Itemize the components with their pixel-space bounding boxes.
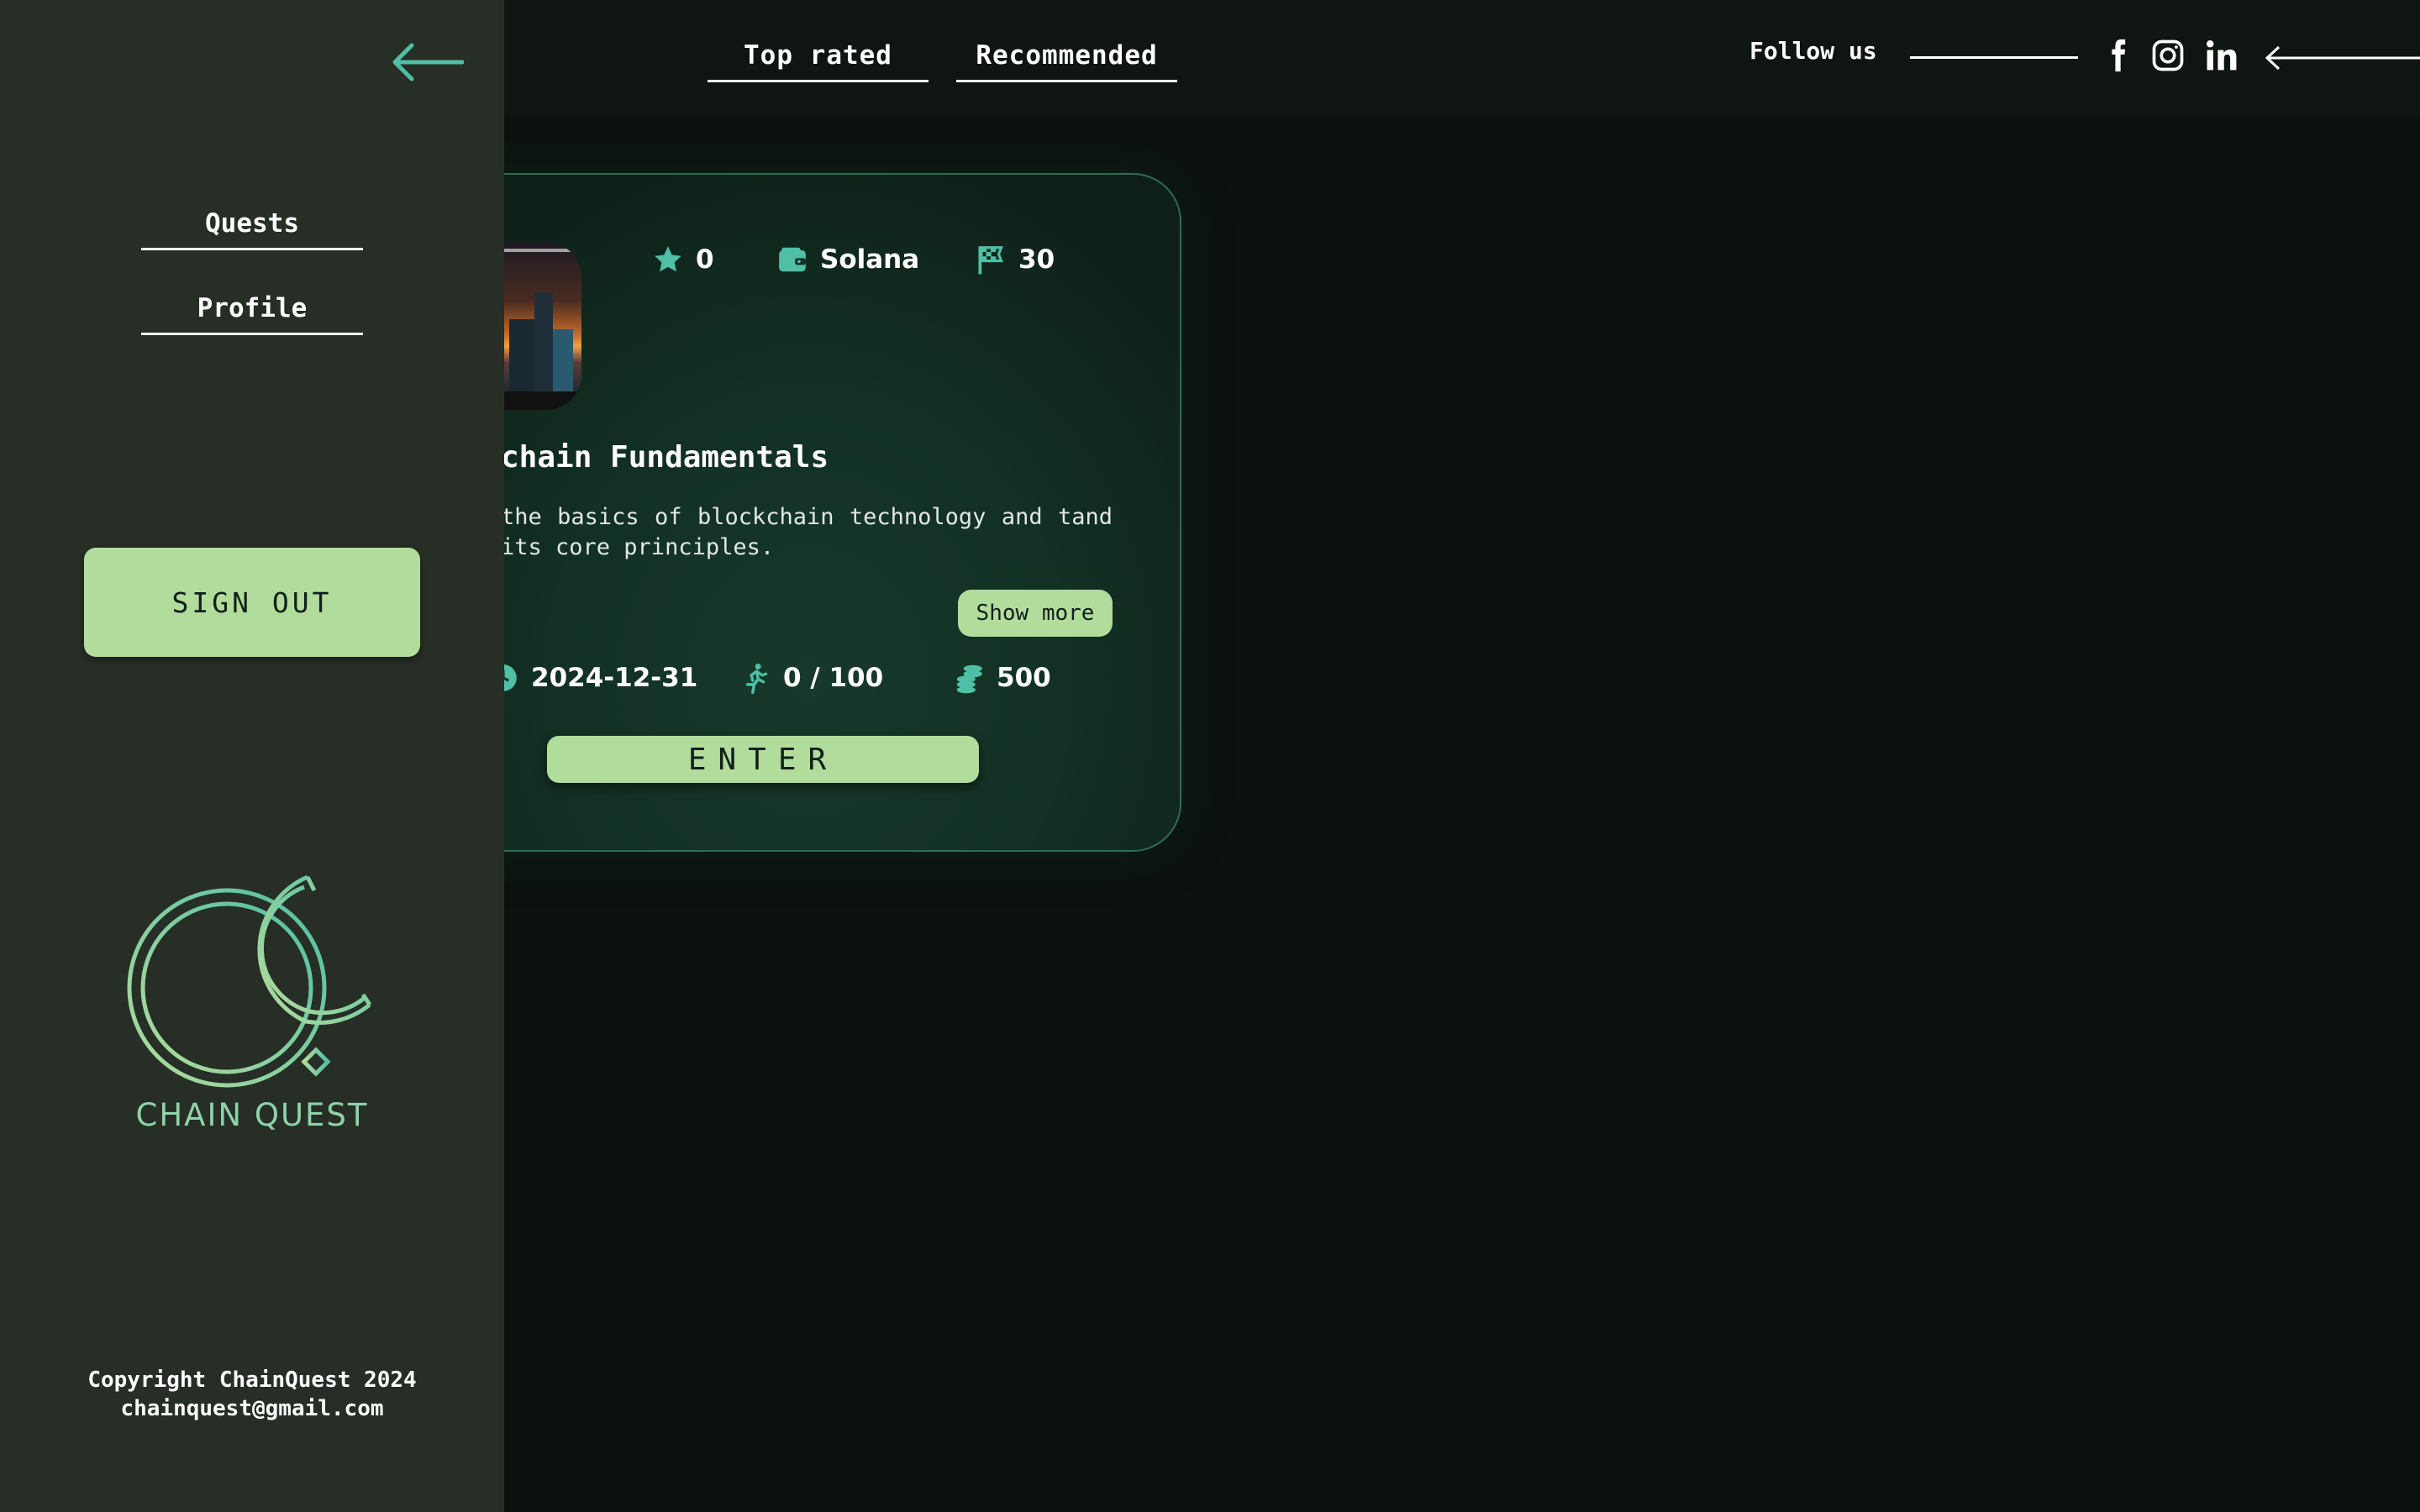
chain-quest-logo <box>124 870 385 1089</box>
quest-chain: Solana <box>776 244 919 276</box>
quest-rating: 0 <box>652 244 714 276</box>
copyright-text: Copyright ChainQuest 2024 <box>87 1368 417 1393</box>
quest-reward: 500 <box>953 662 1051 694</box>
contact-email: chainquest@gmail.com <box>120 1396 384 1421</box>
quest-participants: 0 / 100 <box>739 662 883 694</box>
checkered-flag-icon <box>975 244 1007 276</box>
tab-recommended[interactable]: Recommended <box>956 37 1177 82</box>
reward-value: 500 <box>997 663 1051 693</box>
sidebar: Quests Profile SIGN OUT CHAIN QUEST Copy… <box>0 0 504 1512</box>
wallet-icon <box>776 244 808 276</box>
footer-copyright: Copyright ChainQuest 2024 chainquest@gma… <box>50 1366 454 1423</box>
facebook-icon[interactable] <box>2099 37 2136 74</box>
sidebar-item-profile[interactable]: Profile <box>141 290 363 335</box>
back-arrow-icon[interactable] <box>388 37 465 87</box>
star-icon <box>652 244 684 276</box>
participants-value: 0 / 100 <box>783 663 884 693</box>
coins-icon <box>953 662 985 694</box>
linkedin-icon[interactable] <box>2203 37 2240 74</box>
show-more-button[interactable]: Show more <box>958 590 1113 637</box>
instagram-icon[interactable] <box>2149 37 2186 74</box>
follow-divider <box>1910 56 2078 59</box>
follow-us-label: Follow us <box>1749 37 1877 65</box>
steps-value: 30 <box>1018 244 1055 275</box>
sign-out-button[interactable]: SIGN OUT <box>84 548 420 657</box>
end-date-value: 2024-12-31 <box>531 663 698 693</box>
app-page: Top rated Recommended Follow us 0 Solana <box>0 0 2420 1512</box>
rating-value: 0 <box>696 244 714 275</box>
runner-icon <box>739 662 771 694</box>
brand-name: CHAIN QUEST <box>135 1097 369 1133</box>
quest-description: the basics of blockchain technology and … <box>501 504 1113 560</box>
quest-end-date: 2024-12-31 <box>487 662 697 694</box>
chain-name: Solana <box>820 244 920 275</box>
quest-title: chain Fundamentals <box>501 440 829 475</box>
quest-steps: 30 <box>975 244 1055 276</box>
enter-button[interactable]: ENTER <box>547 736 979 783</box>
tab-top-rated[interactable]: Top rated <box>708 37 929 82</box>
sidebar-item-quests[interactable]: Quests <box>141 205 363 250</box>
collapse-arrow-icon[interactable] <box>2260 37 2420 79</box>
